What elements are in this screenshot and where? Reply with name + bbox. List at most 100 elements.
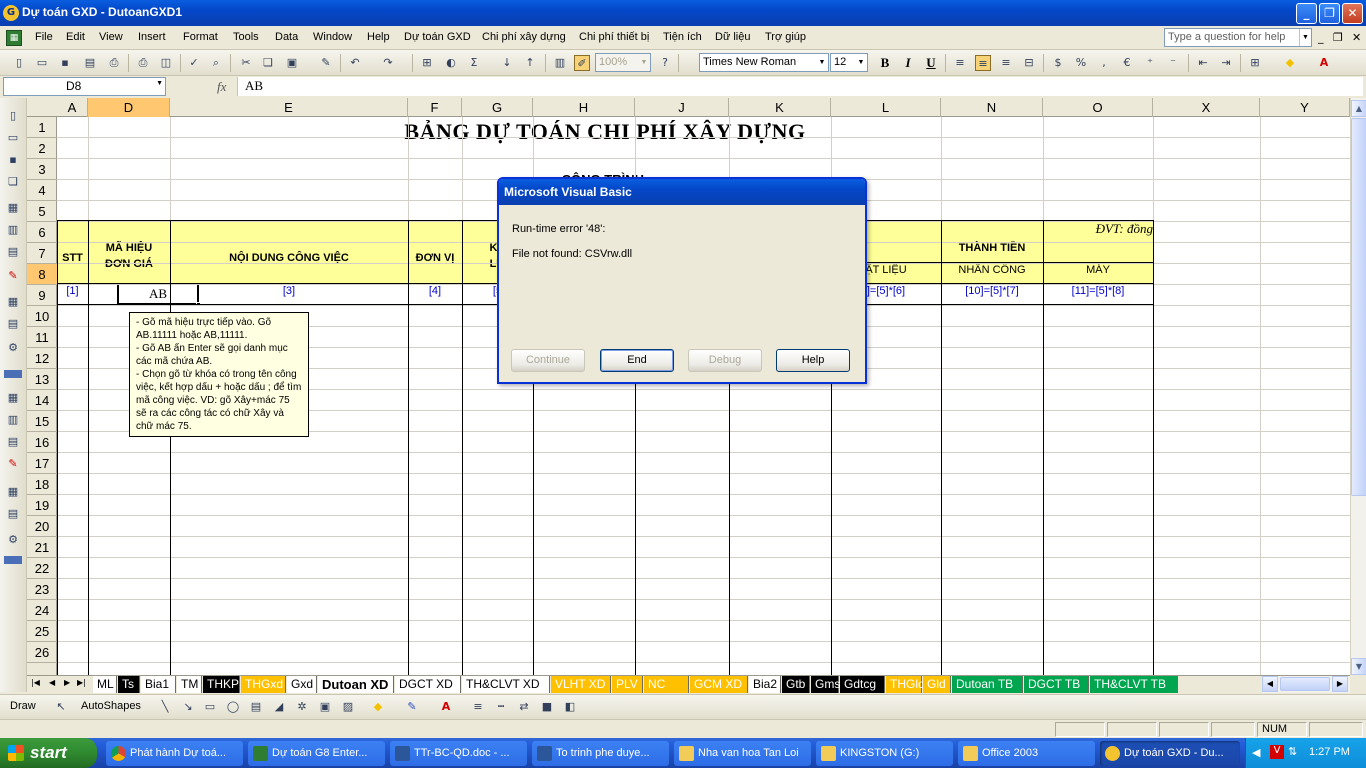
row-header[interactable]: 20 — [27, 516, 57, 537]
increase-decimal-icon[interactable]: ⁺ — [1142, 55, 1158, 71]
task-dutoan-gxd[interactable]: Dự toán GXD - Du... — [1100, 741, 1240, 766]
vertical-scrollbar[interactable]: ▲ ▼ — [1350, 98, 1366, 675]
clipart-icon[interactable]: ▣ — [317, 699, 333, 715]
row-header[interactable]: 11 — [27, 327, 57, 348]
decrease-decimal-icon[interactable]: ⁻ — [1165, 55, 1181, 71]
dialog-title[interactable]: Microsoft Visual Basic — [499, 179, 865, 205]
line-style-icon[interactable]: ≡ — [470, 699, 486, 715]
edit-icon[interactable]: ✎ — [5, 268, 21, 284]
wordart-icon[interactable]: ◢ — [271, 699, 287, 715]
sheet-tab[interactable]: Gxd — [287, 676, 317, 693]
select-objects-icon[interactable]: ↖ — [53, 699, 69, 715]
column-header-f[interactable]: F — [408, 98, 462, 117]
column-header-e[interactable]: E — [170, 98, 408, 117]
new-sheet-icon[interactable]: ▯ — [5, 108, 21, 124]
end-button[interactable]: End — [600, 349, 674, 372]
menu-chi-phi-xay-dung[interactable]: Chi phí xây dựng — [482, 31, 566, 43]
sheet-tab[interactable]: Gms — [811, 676, 840, 693]
sheet-tab[interactable]: THKP — [203, 676, 240, 693]
column-header-y[interactable]: Y — [1260, 98, 1350, 117]
tab-first-icon[interactable]: |◀ — [31, 678, 40, 687]
row-header[interactable]: 23 — [27, 579, 57, 600]
row-header[interactable]: 8 — [27, 264, 57, 285]
row-header[interactable]: 12 — [27, 348, 57, 369]
sheet-tab[interactable]: Bia1 — [141, 676, 176, 693]
row-header[interactable]: 7 — [27, 243, 57, 264]
currency-icon[interactable]: $ — [1050, 55, 1066, 71]
insert-function-icon[interactable]: fx — [217, 79, 226, 95]
line-color-icon[interactable]: ✎ — [404, 699, 420, 715]
debug-button[interactable]: Debug — [688, 349, 762, 372]
network-icon[interactable]: ⇅ — [1288, 745, 1297, 758]
chart-icon-2[interactable]: ▥ — [5, 412, 21, 428]
menu-tools[interactable]: Tools — [233, 31, 259, 43]
column-header-d[interactable]: D — [88, 98, 170, 117]
menu-tien-ich[interactable]: Tiện ích — [663, 31, 702, 43]
fill-color-icon[interactable]: ◆ — [370, 699, 386, 715]
row-header[interactable]: 5 — [27, 201, 57, 222]
align-right-icon[interactable]: ≡ — [998, 55, 1014, 71]
drawing-icon[interactable]: ✐ — [574, 55, 590, 71]
row-header[interactable]: 17 — [27, 453, 57, 474]
sort-ascending-icon[interactable]: ↓ — [499, 55, 515, 71]
align-center-icon[interactable]: ≡ — [975, 55, 991, 71]
sheet-tab[interactable]: Dutoan XD — [318, 676, 394, 693]
menu-du-toan-gxd[interactable]: Dự toán GXD — [404, 31, 471, 43]
column-header-g[interactable]: G — [462, 98, 533, 117]
save-file-icon[interactable]: ▪ — [5, 152, 21, 168]
decrease-indent-icon[interactable]: ⇤ — [1195, 55, 1211, 71]
restore-button[interactable]: ❐ — [1319, 3, 1340, 24]
undo-icon[interactable]: ↶ — [347, 55, 363, 71]
row-header[interactable]: 3 — [27, 159, 57, 180]
task-folder-office[interactable]: Office 2003 — [958, 741, 1095, 766]
copy-sheet-icon[interactable]: ❏ — [5, 174, 21, 190]
task-word-ttr[interactable]: TTr-BC-QD.doc - ... — [390, 741, 527, 766]
open-file-icon[interactable]: ▭ — [5, 130, 21, 146]
menu-chi-phi-thiet-bi[interactable]: Chi phí thiết bị — [579, 31, 649, 43]
picture-icon[interactable]: ▨ — [340, 699, 356, 715]
shadow-icon[interactable]: ■ — [539, 699, 555, 715]
increase-indent-icon[interactable]: ⇥ — [1218, 55, 1234, 71]
spelling-icon[interactable]: ✓ — [186, 55, 202, 71]
arrow-style-icon[interactable]: ⇄ — [516, 699, 532, 715]
column-header-a[interactable]: A — [57, 98, 88, 117]
scroll-right-button[interactable]: ▶ — [1332, 676, 1348, 692]
menu-format[interactable]: Format — [183, 31, 218, 43]
window-title-bar[interactable]: G Dự toán GXD - DutoanGXD1 _ ❐ ✕ — [0, 0, 1366, 26]
sheet-tab[interactable]: DGCT XD — [395, 676, 461, 693]
row-header[interactable]: 21 — [27, 537, 57, 558]
task-dutoan-g8[interactable]: Dự toán G8 Enter... — [248, 741, 385, 766]
stack-icon[interactable]: ▤ — [5, 316, 21, 332]
sheet-tab[interactable]: Gtb — [782, 676, 810, 693]
new-icon[interactable]: ▯ — [11, 55, 27, 71]
line-icon[interactable]: ╲ — [157, 699, 173, 715]
scroll-down-button[interactable]: ▼ — [1351, 658, 1366, 675]
scroll-up-button[interactable]: ▲ — [1351, 100, 1366, 117]
sheet-tab[interactable]: TH&CLVT XD — [462, 676, 550, 693]
dash-style-icon[interactable]: ┅ — [493, 699, 509, 715]
redo-icon[interactable]: ↷ — [380, 55, 396, 71]
sheet-tab[interactable]: Gdtcg — [840, 676, 885, 693]
row-header[interactable]: 18 — [27, 474, 57, 495]
row-header[interactable]: 19 — [27, 495, 57, 516]
sheet-tab[interactable]: PLV — [612, 676, 643, 693]
tray-expand-icon[interactable]: ◀ — [1252, 746, 1260, 759]
preview-icon[interactable]: ◫ — [158, 55, 174, 71]
edit-icon-2[interactable]: ✎ — [5, 456, 21, 472]
scroll-left-button[interactable]: ◀ — [1262, 676, 1278, 692]
font-name-select[interactable]: Times New Roman ▼ — [699, 53, 829, 72]
row-header[interactable]: 22 — [27, 558, 57, 579]
comma-style-icon[interactable]: , — [1096, 55, 1112, 71]
format-painter-icon[interactable]: ✎ — [318, 55, 334, 71]
sheet-tab[interactable]: Dutoan TB — [952, 676, 1023, 693]
autoshapes-menu[interactable]: AutoShapes — [81, 700, 141, 712]
close-button[interactable]: ✕ — [1342, 3, 1363, 24]
chevron-down-icon[interactable]: ▼ — [156, 80, 163, 87]
menu-help[interactable]: Help — [367, 31, 390, 43]
menu-du-lieu[interactable]: Dữ liệu — [715, 31, 751, 43]
chevron-down-icon[interactable]: ▼ — [855, 54, 867, 71]
italic-button[interactable]: I — [900, 55, 916, 71]
task-folder-kingston[interactable]: KINGSTON (G:) — [816, 741, 953, 766]
help-search-input[interactable]: Type a question for help ▼ — [1164, 28, 1312, 47]
menu-edit[interactable]: Edit — [66, 31, 85, 43]
